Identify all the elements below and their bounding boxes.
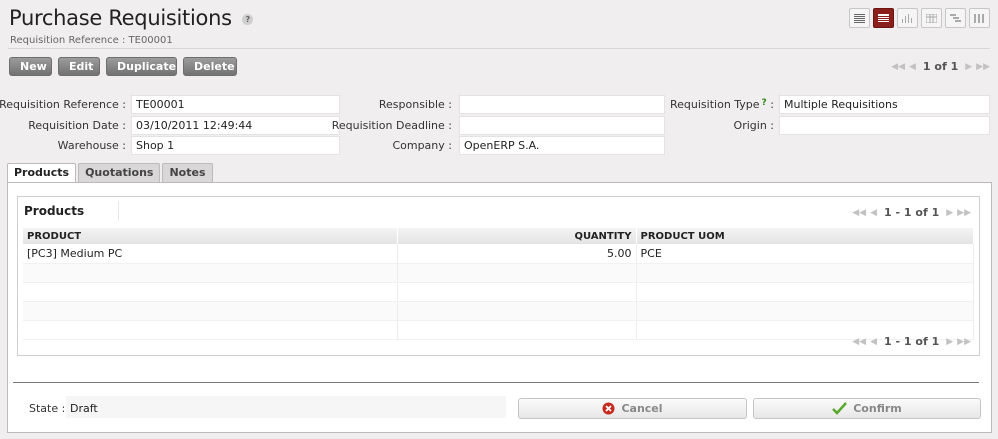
tab-panel: Products ◀◀ ◀ 1 - 1 of 1 ▶ ▶▶ PRODUCT QU… — [7, 182, 992, 433]
column-header-quantity[interactable]: QUANTITY — [397, 228, 637, 244]
cell-quantity: 5.00 — [397, 244, 637, 264]
cancel-icon — [602, 402, 615, 415]
delete-button[interactable]: Delete — [183, 57, 237, 76]
cell-product: [PC3] Medium PC — [23, 244, 398, 264]
origin-field[interactable] — [779, 116, 990, 135]
next-record-icon[interactable]: ▶ — [965, 62, 972, 72]
cell-product-uom: PCE — [636, 244, 974, 264]
grid-next-icon[interactable]: ▶ — [946, 208, 953, 218]
confirm-label: Confirm — [853, 402, 902, 415]
state-field-bg — [66, 396, 506, 418]
record-pager: ◀◀ ◀ 1 of 1 ▶ ▶▶ — [891, 60, 990, 73]
cancel-label: Cancel — [621, 402, 663, 415]
requisition-type-help-icon[interactable]: ? — [762, 98, 767, 108]
products-table: PRODUCT QUANTITY PRODUCT UOM [PC3] Mediu… — [23, 228, 974, 340]
grid-pager-count: 1 - 1 of 1 — [884, 206, 940, 219]
requisition-deadline-label: Requisition Deadline : — [331, 119, 452, 132]
action-toolbar: New Edit Duplicate Delete — [9, 57, 237, 76]
requisition-type-colon: : — [770, 98, 774, 111]
cancel-button[interactable]: Cancel — [518, 398, 747, 419]
grid-pager-top: ◀◀ ◀ 1 - 1 of 1 ▶ ▶▶ — [852, 206, 971, 219]
tab-products[interactable]: Products — [7, 163, 77, 183]
grid-bottom-last-icon[interactable]: ▶▶ — [957, 337, 971, 347]
tab-quotations[interactable]: Quotations — [78, 163, 161, 182]
company-label: Company : — [392, 139, 452, 152]
empty-row — [23, 320, 974, 340]
empty-row — [23, 263, 974, 283]
notebook-tabs: Products Quotations Notes — [7, 163, 213, 183]
record-count: 1 of 1 — [922, 60, 959, 73]
grid-title: Products — [24, 204, 85, 218]
edit-button[interactable]: Edit — [58, 57, 100, 76]
requisition-type-label: Requisition Type? : — [670, 98, 774, 111]
warehouse-field[interactable]: Shop 1 — [131, 136, 340, 155]
requisition-reference-label: Requisition Reference : — [0, 98, 126, 111]
grid-bottom-first-icon[interactable]: ◀◀ — [852, 337, 866, 347]
confirm-button[interactable]: Confirm — [753, 398, 981, 419]
responsible-field[interactable] — [459, 95, 665, 114]
state-label: State : — [29, 402, 66, 415]
grid-bottom-previous-icon[interactable]: ◀ — [870, 337, 877, 347]
requisition-type-label-text: Requisition Type — [670, 98, 760, 111]
table-header-row: PRODUCT QUANTITY PRODUCT UOM — [23, 228, 974, 244]
gantt-view-icon[interactable] — [945, 8, 966, 28]
origin-label: Origin : — [733, 119, 774, 132]
list-view-icon[interactable] — [849, 8, 870, 28]
grid-previous-icon[interactable]: ◀ — [870, 208, 877, 218]
new-button[interactable]: New — [9, 57, 52, 76]
column-header-product-uom[interactable]: PRODUCT UOM — [636, 228, 974, 244]
empty-row — [23, 301, 974, 321]
company-field[interactable]: OpenERP S.A. — [459, 136, 665, 155]
requisition-date-label: Requisition Date : — [28, 119, 126, 132]
page-title-text: Purchase Requisitions — [9, 6, 232, 30]
state-value: Draft — [70, 402, 98, 415]
checkmark-icon — [832, 402, 848, 415]
page-subtitle: Requisition Reference : TE00001 — [10, 35, 173, 46]
requisition-date-field[interactable]: 03/10/2011 12:49:44 — [131, 116, 340, 135]
footer-divider — [13, 382, 979, 383]
tab-notes[interactable]: Notes — [162, 163, 213, 182]
graph-view-icon[interactable] — [897, 8, 918, 28]
header-divider — [8, 48, 990, 49]
grid-first-icon[interactable]: ◀◀ — [852, 208, 866, 218]
previous-record-icon[interactable]: ◀ — [909, 62, 916, 72]
form-view-icon[interactable] — [873, 8, 894, 28]
table-row[interactable]: [PC3] Medium PC 5.00 PCE — [23, 244, 974, 264]
products-grid: Products ◀◀ ◀ 1 - 1 of 1 ▶ ▶▶ PRODUCT QU… — [17, 196, 980, 356]
empty-row — [23, 282, 974, 302]
grid-title-divider — [118, 201, 119, 221]
requisition-reference-field[interactable]: TE00001 — [131, 95, 340, 114]
grid-bottom-pager-count: 1 - 1 of 1 — [884, 335, 940, 348]
calendar-view-icon[interactable] — [921, 8, 942, 28]
kanban-view-icon[interactable] — [969, 8, 990, 28]
requisition-deadline-field[interactable] — [459, 116, 665, 135]
grid-pager-bottom: ◀◀ ◀ 1 - 1 of 1 ▶ ▶▶ — [852, 335, 971, 348]
page-title: Purchase Requisitions ? — [9, 6, 254, 30]
warehouse-label: Warehouse : — [57, 139, 126, 152]
duplicate-button[interactable]: Duplicate — [106, 57, 177, 76]
view-switcher — [849, 8, 990, 28]
page-header: Purchase Requisitions ? Requisition Refe… — [0, 0, 998, 50]
last-record-icon[interactable]: ▶▶ — [976, 62, 990, 72]
first-record-icon[interactable]: ◀◀ — [891, 62, 905, 72]
requisition-type-field[interactable]: Multiple Requisitions — [779, 95, 990, 114]
help-icon[interactable]: ? — [242, 13, 254, 25]
grid-bottom-next-icon[interactable]: ▶ — [946, 337, 953, 347]
responsible-label: Responsible : — [378, 98, 452, 111]
column-header-product[interactable]: PRODUCT — [23, 228, 398, 244]
grid-last-icon[interactable]: ▶▶ — [957, 208, 971, 218]
